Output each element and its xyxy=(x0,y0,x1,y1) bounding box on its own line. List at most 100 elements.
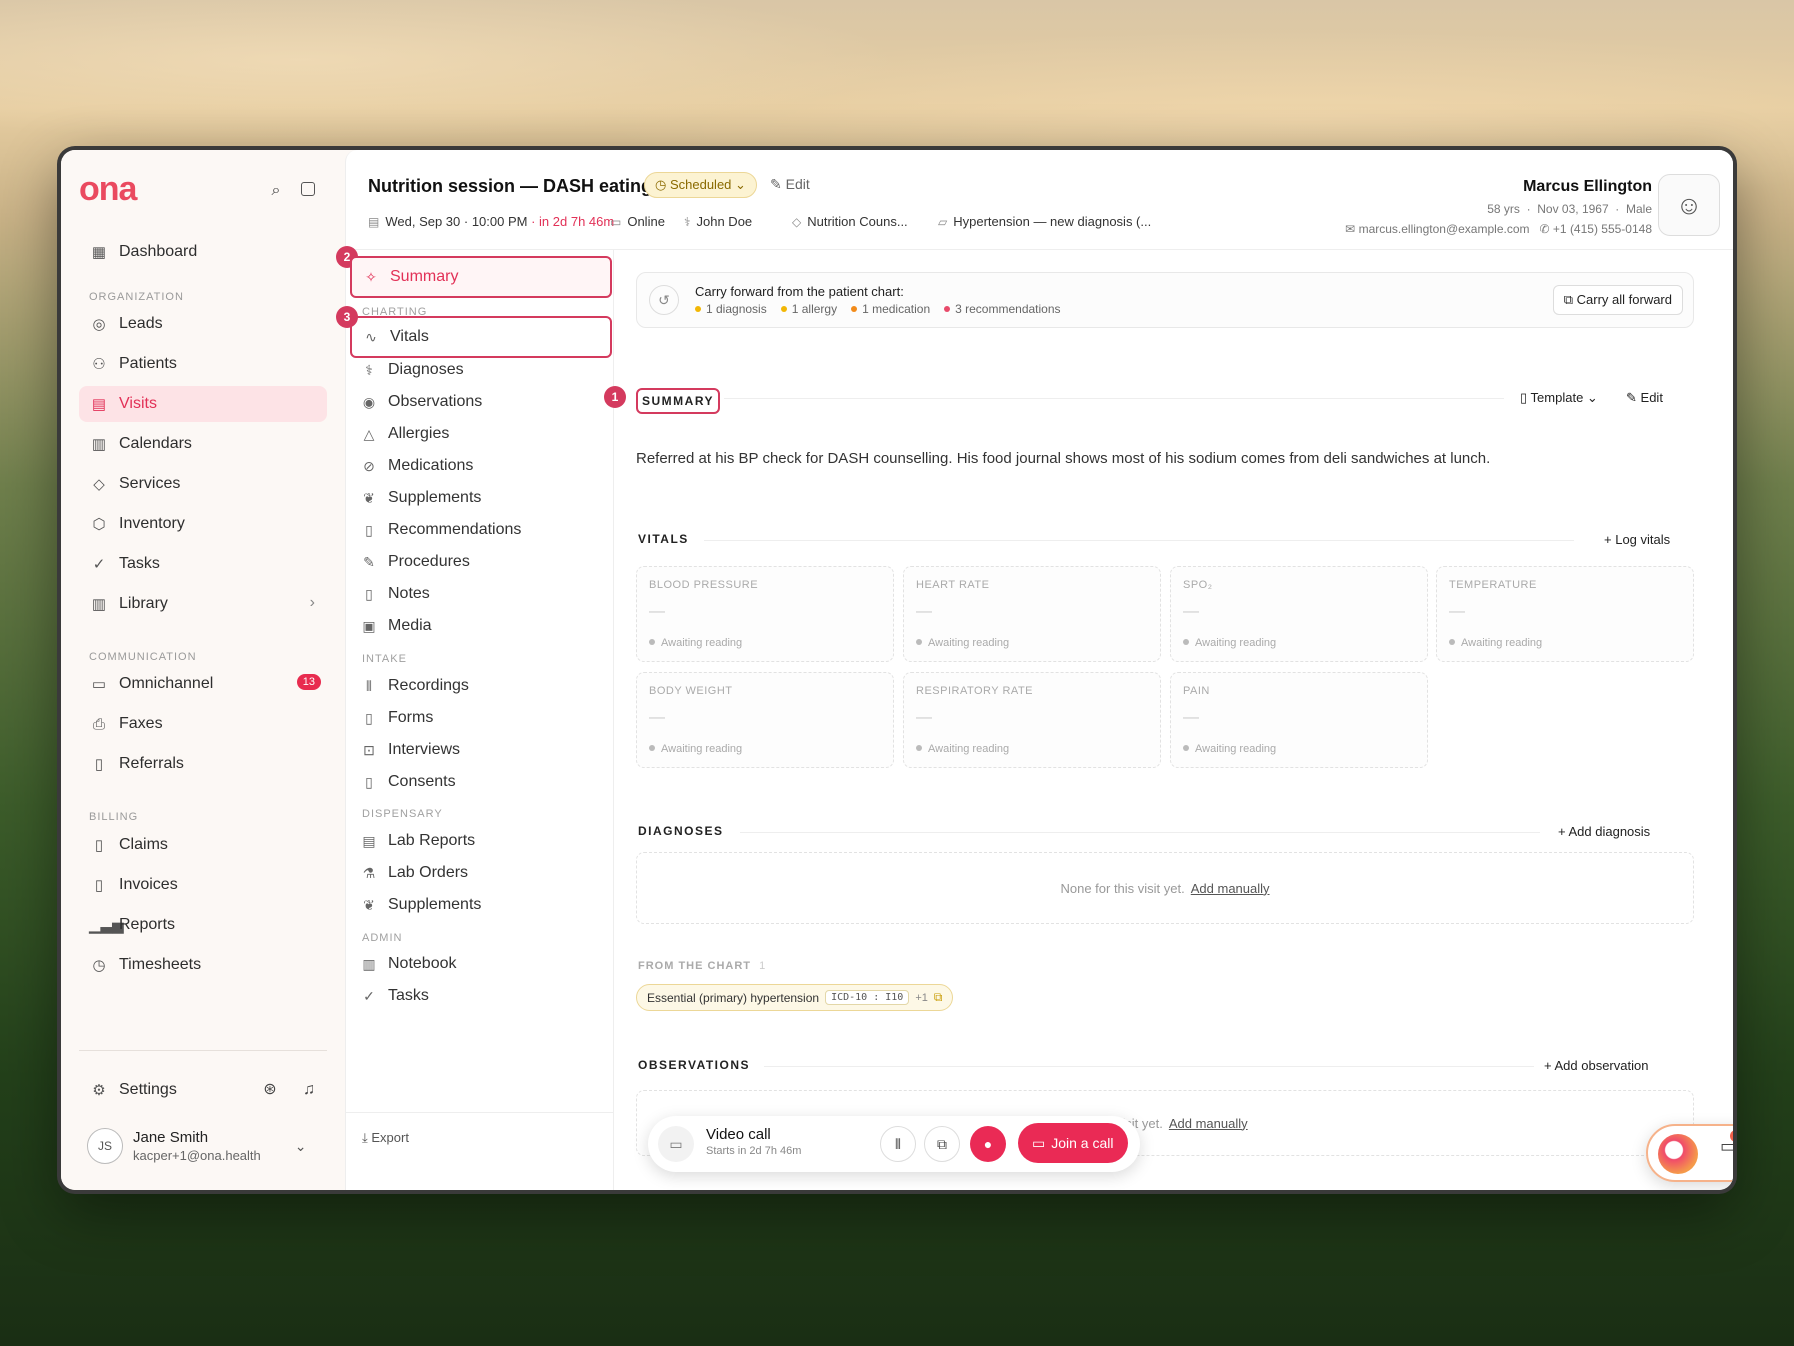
settings-button[interactable]: ⚙ Settings xyxy=(79,1072,327,1108)
waveform-icon[interactable]: ⦀ xyxy=(880,1126,916,1162)
chartnav-lab-reports[interactable]: ▤ Lab Reports xyxy=(360,825,584,857)
report-icon: ▤ xyxy=(362,832,376,849)
pill-icon: ⊘ xyxy=(363,457,375,474)
visit-episode[interactable]: ▱ Hypertension — new diagnosis (... xyxy=(938,214,1151,229)
chartnav-procedures[interactable]: ✎ Procedures xyxy=(360,546,584,578)
chartnav-recommendations[interactable]: ▯ Recommendations xyxy=(360,514,584,546)
clock-icon: ◷ xyxy=(92,957,106,974)
edit-title-button[interactable]: ✎ Edit xyxy=(770,176,810,193)
sidebar-item-library[interactable]: ▥ Library › xyxy=(79,586,327,622)
summary-text[interactable]: Referred at his BP check for DASH counse… xyxy=(636,450,1490,467)
chartnav-vitals[interactable]: ∿ Vitals xyxy=(350,316,612,358)
log-vitals-button[interactable]: + Log vitals xyxy=(1604,532,1670,547)
template-label: Template xyxy=(1530,390,1584,405)
vital-card-body-weight[interactable]: BODY WEIGHT — Awaiting reading xyxy=(636,672,894,768)
chartnav-observations[interactable]: ◉ Observations xyxy=(360,386,584,418)
user-menu[interactable]: JS Jane Smith kacper+1@ona.health ⌄ xyxy=(87,1128,307,1164)
vital-card-pain[interactable]: PAIN — Awaiting reading xyxy=(1170,672,1428,768)
help-icon[interactable]: ⊛ xyxy=(261,1081,279,1099)
chartnav-medications[interactable]: ⊘ Medications xyxy=(360,450,584,482)
sidebar-item-faxes[interactable]: ⎙ Faxes xyxy=(79,706,327,742)
patient-avatar[interactable]: ☺ xyxy=(1658,174,1720,236)
chartnav-consents[interactable]: ▯ Consents xyxy=(360,766,584,798)
sidebar-item-label: Inventory xyxy=(119,515,185,532)
phone-icon: ✆ xyxy=(1539,222,1550,236)
vital-card-temperature[interactable]: TEMPERATURE — Awaiting reading xyxy=(1436,566,1694,662)
mode-text: Online xyxy=(627,214,665,229)
stethoscope-icon: ⚕ xyxy=(684,214,691,229)
vital-card-heart-rate[interactable]: HEART RATE — Awaiting reading xyxy=(903,566,1161,662)
status-dropdown[interactable]: ◷ Scheduled ⌄ xyxy=(644,172,757,198)
summary-heading: SUMMARY xyxy=(636,388,721,414)
tag-icon: ◇ xyxy=(792,214,802,229)
section-intake: INTAKE xyxy=(362,653,407,665)
diagnosis-chip[interactable]: Essential (primary) hypertension ICD-10 :… xyxy=(636,984,954,1011)
divider xyxy=(764,1066,1534,1067)
visit-mode[interactable]: ▭ Online xyxy=(610,214,665,229)
note-icon: ▯ xyxy=(365,585,373,602)
chartnav-notebook[interactable]: ▥ Notebook xyxy=(360,948,584,980)
sidebar-item-timesheets[interactable]: ◷ Timesheets xyxy=(79,947,327,983)
chartnav-interviews[interactable]: ⊡ Interviews xyxy=(360,734,584,766)
add-manually-link[interactable]: Add manually xyxy=(1169,1116,1248,1131)
vital-card-blood-pressure[interactable]: BLOOD PRESSURE — Awaiting reading xyxy=(636,566,894,662)
chartnav-notes[interactable]: ▯ Notes xyxy=(360,578,584,610)
sidebar-item-services[interactable]: ◇ Services xyxy=(79,466,327,502)
chartnav-forms[interactable]: ▯ Forms xyxy=(360,702,584,734)
chartnav-summary[interactable]: ✧ Summary xyxy=(350,256,612,298)
patient-phone[interactable]: +1 (415) 555-0148 xyxy=(1553,222,1652,236)
sidebar-item-visits[interactable]: ▤ Visits xyxy=(79,386,327,422)
patient-email[interactable]: marcus.ellington@example.com xyxy=(1359,222,1530,236)
vital-label: RESPIRATORY RATE xyxy=(916,685,1034,697)
copy-icon[interactable]: ⧉ xyxy=(934,990,943,1005)
add-manually-link[interactable]: Add manually xyxy=(1191,881,1270,896)
chartnav-recordings[interactable]: ⦀ Recordings xyxy=(360,670,584,702)
edit-summary-button[interactable]: ✎ Edit xyxy=(1626,390,1663,406)
sidebar-item-inventory[interactable]: ⬡ Inventory xyxy=(79,506,327,542)
section-admin: ADMIN xyxy=(362,932,403,944)
chartnav-supplements[interactable]: ❦ Supplements xyxy=(360,482,584,514)
search-icon[interactable]: ⌕ xyxy=(267,182,285,200)
sidebar-item-claims[interactable]: ▯ Claims xyxy=(79,827,327,863)
sidebar-item-leads[interactable]: ◎ Leads xyxy=(79,306,327,342)
vital-value: — xyxy=(1183,709,1199,726)
chartnav-allergies[interactable]: △ Allergies xyxy=(360,418,584,450)
logo[interactable]: ona xyxy=(79,170,137,209)
vital-card-spo2[interactable]: SPO₂ — Awaiting reading xyxy=(1170,566,1428,662)
patient-name[interactable]: Marcus Ellington xyxy=(1523,178,1652,196)
sidebar-item-dashboard[interactable]: ▦ Dashboard xyxy=(79,234,327,270)
add-diagnosis-button[interactable]: + Add diagnosis xyxy=(1558,824,1650,839)
add-observation-button[interactable]: + Add observation xyxy=(1544,1058,1648,1073)
assistant-widget[interactable]: ▭ 13 xyxy=(1646,1124,1733,1182)
visit-provider[interactable]: ⚕ John Doe xyxy=(684,214,752,229)
visit-service[interactable]: ◇ Nutrition Couns... xyxy=(792,214,908,229)
download-icon: ⤓ xyxy=(362,1130,368,1145)
sidebar-toggle-icon[interactable] xyxy=(301,182,315,196)
tag-icon: ◇ xyxy=(93,476,105,493)
chartnav-tasks[interactable]: ✓ Tasks xyxy=(360,980,584,1012)
sidebar-item-reports[interactable]: ▁▃▅ Reports xyxy=(79,907,327,943)
chartnav-diagnoses[interactable]: ⚕ Diagnoses xyxy=(360,354,584,386)
assistant-orb-icon[interactable] xyxy=(1658,1134,1698,1174)
vital-card-respiratory-rate[interactable]: RESPIRATORY RATE — Awaiting reading xyxy=(903,672,1161,768)
join-call-button[interactable]: ▭ Join a call xyxy=(1018,1123,1128,1163)
carry-all-forward-button[interactable]: ⧉ Carry all forward xyxy=(1552,285,1683,315)
sidebar-item-referrals[interactable]: ▯ Referrals xyxy=(79,746,327,782)
bell-icon[interactable]: ♫ xyxy=(300,1081,318,1099)
template-dropdown[interactable]: ▯ Template ⌄ xyxy=(1520,390,1598,406)
export-button[interactable]: ⤓ Export xyxy=(362,1130,409,1146)
section-billing: BILLING xyxy=(89,811,139,823)
sidebar-item-invoices[interactable]: ▯ Invoices xyxy=(79,867,327,903)
sidebar-item-omnichannel[interactable]: ▭ Omnichannel 13 xyxy=(79,666,327,702)
copy-icon[interactable]: ⧉ xyxy=(924,1126,960,1162)
plus-icon: + xyxy=(1558,824,1566,839)
sidebar-item-tasks[interactable]: ✓ Tasks xyxy=(79,546,327,582)
chartnav-lab-orders[interactable]: ⚗ Lab Orders xyxy=(360,857,584,889)
annotation-marker-1: 1 xyxy=(604,386,626,408)
sidebar-item-patients[interactable]: ⚇ Patients xyxy=(79,346,327,382)
visit-datetime[interactable]: ▤ Wed, Sep 30 · 10:00 PM · in 2d 7h 46m xyxy=(368,214,614,229)
sidebar-item-calendars[interactable]: ▥ Calendars xyxy=(79,426,327,462)
chartnav-media[interactable]: ▣ Media xyxy=(360,610,584,642)
microphone-icon[interactable]: ● xyxy=(970,1126,1006,1162)
chartnav-dispensary-supplements[interactable]: ❦ Supplements xyxy=(360,889,584,921)
